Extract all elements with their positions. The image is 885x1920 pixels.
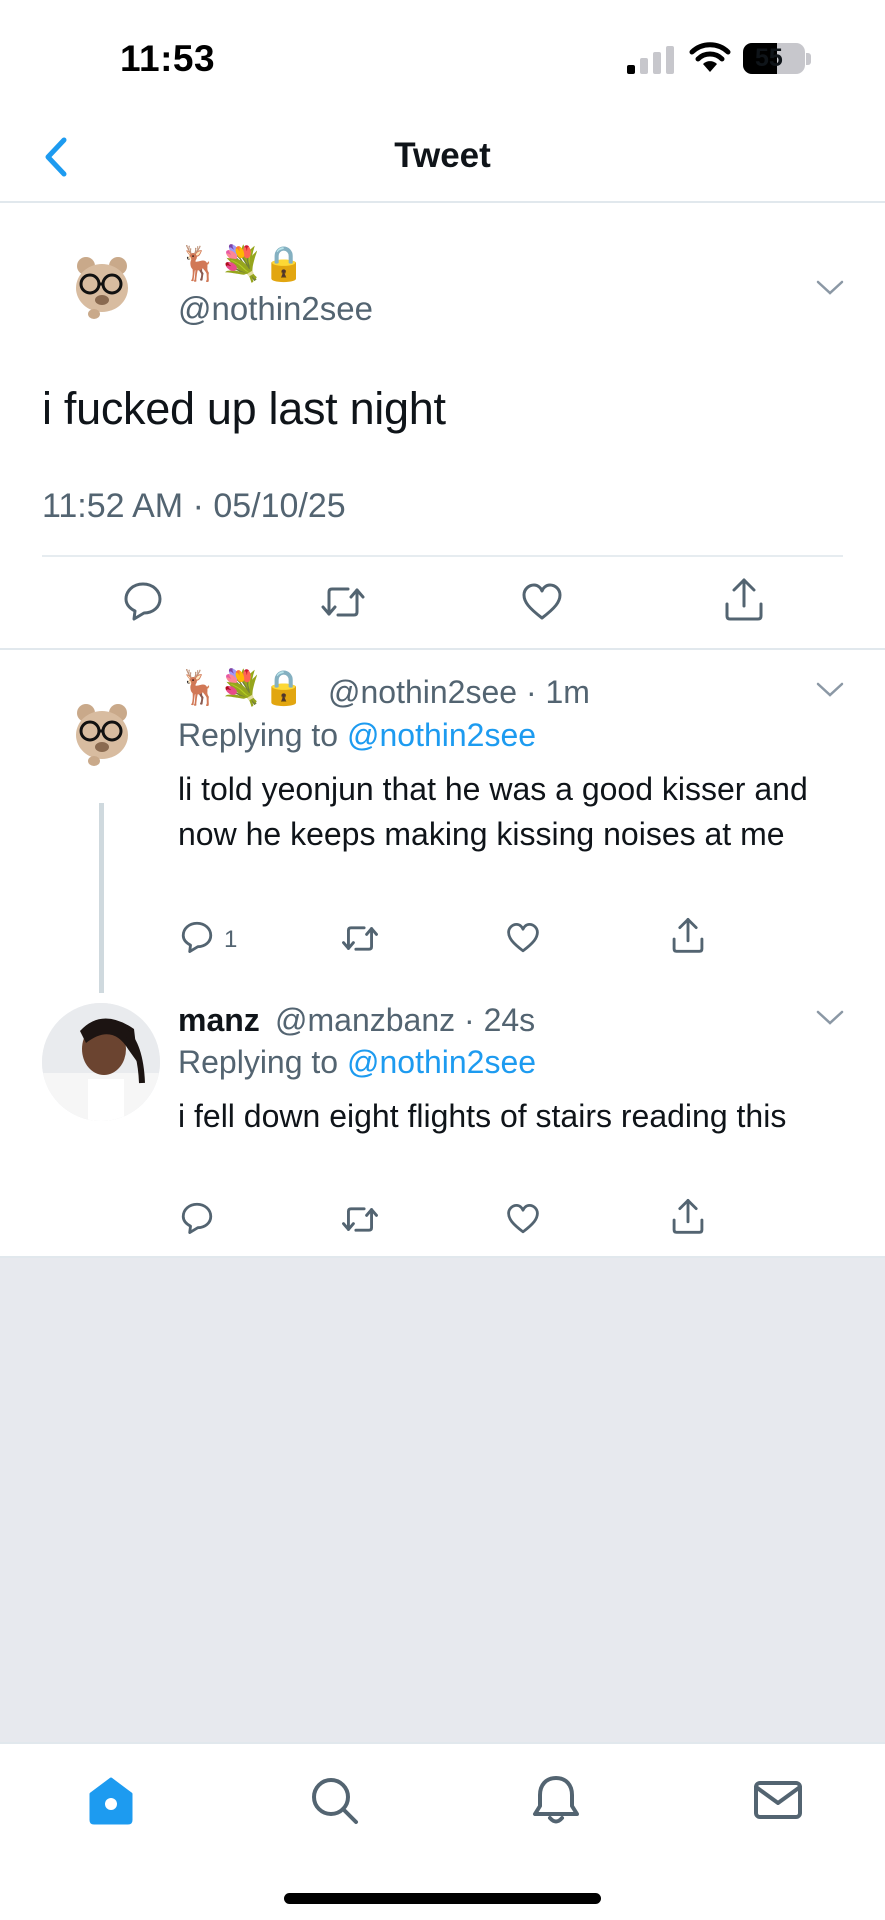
- cellular-signal-icon: [627, 44, 675, 74]
- display-name[interactable]: manz: [178, 1002, 260, 1039]
- retweet-icon[interactable]: [320, 582, 366, 622]
- reply-text: li told yeonjun that he was a good kisse…: [178, 771, 808, 852]
- reply-actions: 1: [0, 918, 885, 962]
- divider: [42, 555, 843, 557]
- chevron-down-icon[interactable]: [815, 680, 845, 700]
- user-handle-time[interactable]: @nothin2see · 1m: [328, 674, 590, 711]
- battery-level: 55: [755, 44, 783, 72]
- tweet-timestamp: 11:52 AM · 05/10/25: [42, 487, 346, 525]
- display-name[interactable]: 🦌💐🔒: [178, 244, 305, 284]
- replying-to: Replying to @nothin2see: [178, 717, 536, 754]
- display-name[interactable]: 🦌💐🔒: [178, 668, 305, 708]
- search-icon[interactable]: [304, 1770, 364, 1830]
- like-icon[interactable]: [506, 922, 540, 954]
- status-time: 11:53: [120, 38, 216, 79]
- bell-icon[interactable]: [526, 1770, 586, 1830]
- tweet-text: i fucked up last night: [42, 383, 446, 434]
- reply-icon[interactable]: [180, 920, 214, 954]
- mention-link[interactable]: @nothin2see: [347, 1044, 536, 1080]
- tweet-actions: [0, 578, 885, 630]
- profile-photo: [42, 1003, 160, 1121]
- share-icon[interactable]: [670, 916, 706, 954]
- retweet-icon[interactable]: [341, 1203, 379, 1236]
- battery-icon: 55: [743, 43, 805, 74]
- replying-prefix: Replying to: [178, 717, 347, 753]
- empty-area: [0, 1258, 885, 1742]
- bear-avatar-image: [76, 257, 128, 319]
- avatar[interactable]: [66, 250, 138, 322]
- mention-link[interactable]: @nothin2see: [347, 717, 536, 753]
- page-title: Tweet: [394, 136, 491, 175]
- replying-prefix: Replying to: [178, 1044, 347, 1080]
- share-icon[interactable]: [722, 576, 766, 622]
- chevron-down-icon[interactable]: [815, 1008, 845, 1028]
- status-bar: 11:53 55: [0, 0, 885, 110]
- reply-count: 1: [224, 926, 238, 953]
- reply-icon[interactable]: [180, 1201, 214, 1235]
- like-icon[interactable]: [506, 1203, 540, 1235]
- user-handle[interactable]: @nothin2see: [178, 290, 373, 328]
- mail-icon[interactable]: [748, 1770, 808, 1830]
- nav-header: Tweet: [0, 110, 885, 203]
- replying-to: Replying to @nothin2see: [178, 1044, 536, 1081]
- retweet-icon[interactable]: [341, 922, 379, 955]
- divider: [0, 648, 885, 650]
- reply-text: i fell down eight flights of stairs read…: [178, 1098, 787, 1134]
- reply-icon[interactable]: [122, 580, 164, 622]
- avatar[interactable]: [66, 697, 138, 769]
- like-icon[interactable]: [521, 582, 563, 622]
- battery-nub: [806, 53, 811, 65]
- chevron-down-icon[interactable]: [815, 278, 845, 298]
- user-handle-time[interactable]: @manzbanz · 24s: [275, 1002, 535, 1039]
- avatar[interactable]: [42, 1003, 160, 1121]
- wifi-icon: [689, 42, 731, 72]
- home-indicator: [284, 1893, 601, 1904]
- home-icon[interactable]: [81, 1770, 141, 1830]
- thread-line: [99, 803, 104, 993]
- reply-actions: [0, 1199, 885, 1243]
- bear-avatar-image: [76, 704, 128, 766]
- share-icon[interactable]: [670, 1197, 706, 1235]
